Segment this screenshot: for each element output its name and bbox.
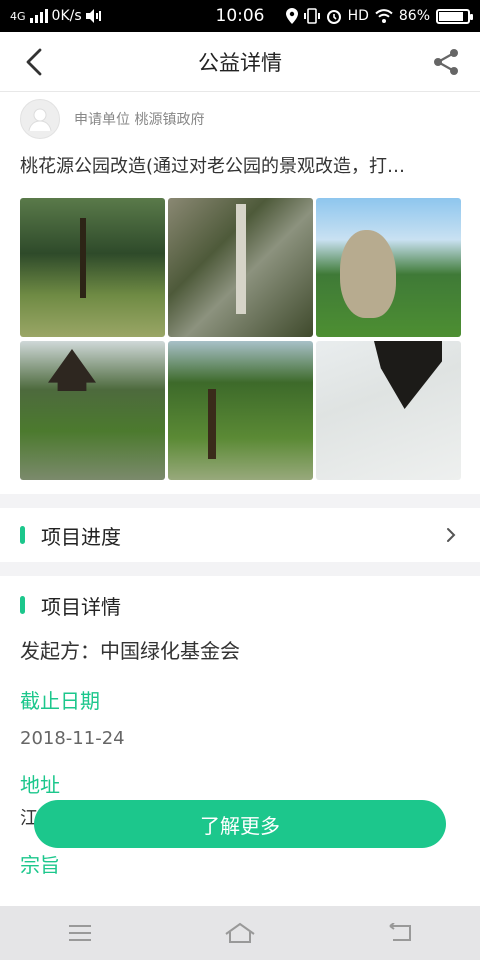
menu-icon: [69, 925, 91, 941]
project-details: 项目详情 发起方：中国绿化基金会 截止日期 2018-11-24 地址 江 宗旨: [0, 576, 480, 906]
network-speed: 0K/s: [51, 8, 82, 24]
applicant-row: 申请单位 桃源镇政府: [20, 92, 460, 146]
photo-park-lawn[interactable]: [20, 198, 165, 337]
vibrate-icon: [303, 8, 320, 24]
page-content[interactable]: 申请单位 桃源镇政府 桃花源公园改造(通过对老公园的景观改造，打… 项目进度 项…: [0, 92, 480, 906]
home-key[interactable]: [216, 913, 264, 953]
address-label: 地址: [20, 773, 60, 797]
page-title: 公益详情: [198, 50, 282, 75]
wifi-icon: [375, 9, 393, 23]
avatar: [20, 99, 60, 139]
details-title: 项目详情: [41, 594, 121, 619]
volume-icon: [85, 9, 101, 23]
photo-gallery: [20, 188, 461, 494]
home-icon: [225, 922, 255, 943]
learn-more-button[interactable]: 了解更多: [34, 800, 446, 848]
system-nav-bar: [0, 906, 480, 960]
photo-overgrown-pergola[interactable]: [168, 198, 313, 337]
applicant-label: 申请单位 桃源镇政府: [74, 112, 205, 128]
details-header: 项目详情: [20, 576, 460, 634]
initiator-text: 发起方：中国绿化基金会: [20, 639, 240, 663]
photo-large-rock[interactable]: [316, 198, 461, 337]
battery-icon: [436, 8, 473, 24]
back-arrow-icon[interactable]: [18, 44, 54, 80]
status-bar: 4G 0K/s 10:06 HD 86%: [0, 0, 480, 32]
section-divider: [0, 562, 480, 576]
user-icon: [28, 108, 52, 132]
project-card: 申请单位 桃源镇政府 桃花源公园改造(通过对老公园的景观改造，打…: [0, 92, 480, 494]
back-key[interactable]: [376, 913, 424, 953]
deadline-value: 2018-11-24: [20, 728, 125, 749]
progress-title: 项目进度: [41, 524, 121, 549]
signal-icon: [29, 9, 48, 23]
alarm-icon: [326, 10, 341, 24]
top-nav-bar: 公益详情: [0, 32, 480, 92]
deadline-label: 截止日期: [20, 689, 100, 713]
purpose-label: 宗旨: [20, 853, 60, 877]
photo-damaged-ceiling[interactable]: [316, 341, 461, 480]
share-icon[interactable]: [430, 46, 462, 78]
chevron-right-icon: [447, 528, 456, 542]
photo-tree-lawn[interactable]: [168, 341, 313, 480]
menu-key[interactable]: [56, 913, 104, 953]
photo-pavilion[interactable]: [20, 341, 165, 480]
network-type: 4G: [10, 9, 26, 23]
progress-row[interactable]: 项目进度: [0, 508, 480, 562]
section-accent-bar: [20, 596, 25, 614]
battery-percent: 86%: [398, 8, 430, 24]
project-description[interactable]: 桃花源公园改造(通过对老公园的景观改造，打…: [20, 146, 460, 188]
hd-indicator: HD: [347, 8, 369, 24]
return-icon: [389, 923, 411, 941]
section-divider: [0, 494, 480, 508]
location-icon: [285, 8, 298, 24]
section-accent-bar: [20, 526, 25, 544]
